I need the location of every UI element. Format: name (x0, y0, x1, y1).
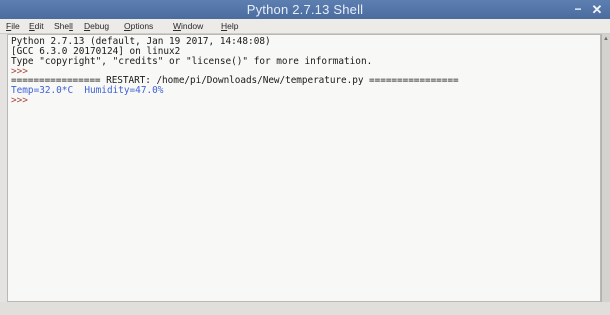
vertical-scrollbar[interactable]: ▲ (601, 34, 610, 302)
idle-shell-window: Python 2.7.13 Shell − ✕ File Edit Shell … (0, 0, 610, 315)
title-bar[interactable]: Python 2.7.13 Shell − ✕ (0, 0, 610, 19)
menu-edit[interactable]: Edit (29, 19, 44, 33)
menu-bar: File Edit Shell Debug Options Window Hel… (0, 19, 610, 34)
shell-prompt-2: >>> (11, 95, 34, 106)
shell-output-line: Temp=32.0*C Humidity=47.0% (11, 85, 164, 96)
minimize-button[interactable]: − (570, 0, 586, 19)
close-button[interactable]: ✕ (589, 0, 605, 19)
menu-shell[interactable]: Shell (54, 19, 73, 33)
shell-help-line: Type "copyright", "credits" or "license(… (11, 56, 373, 67)
scroll-up-icon[interactable]: ▲ (603, 36, 609, 42)
status-bar (0, 302, 610, 315)
menu-help[interactable]: Help (221, 19, 238, 33)
window-title: Python 2.7.13 Shell (246, 2, 364, 17)
menu-options[interactable]: Options (124, 19, 153, 33)
shell-text-area[interactable]: Python 2.7.13 (default, Jan 19 2017, 14:… (7, 34, 601, 302)
menu-window[interactable]: Window (173, 19, 203, 33)
menu-debug[interactable]: Debug (84, 19, 109, 33)
menu-file[interactable]: File (6, 19, 20, 33)
